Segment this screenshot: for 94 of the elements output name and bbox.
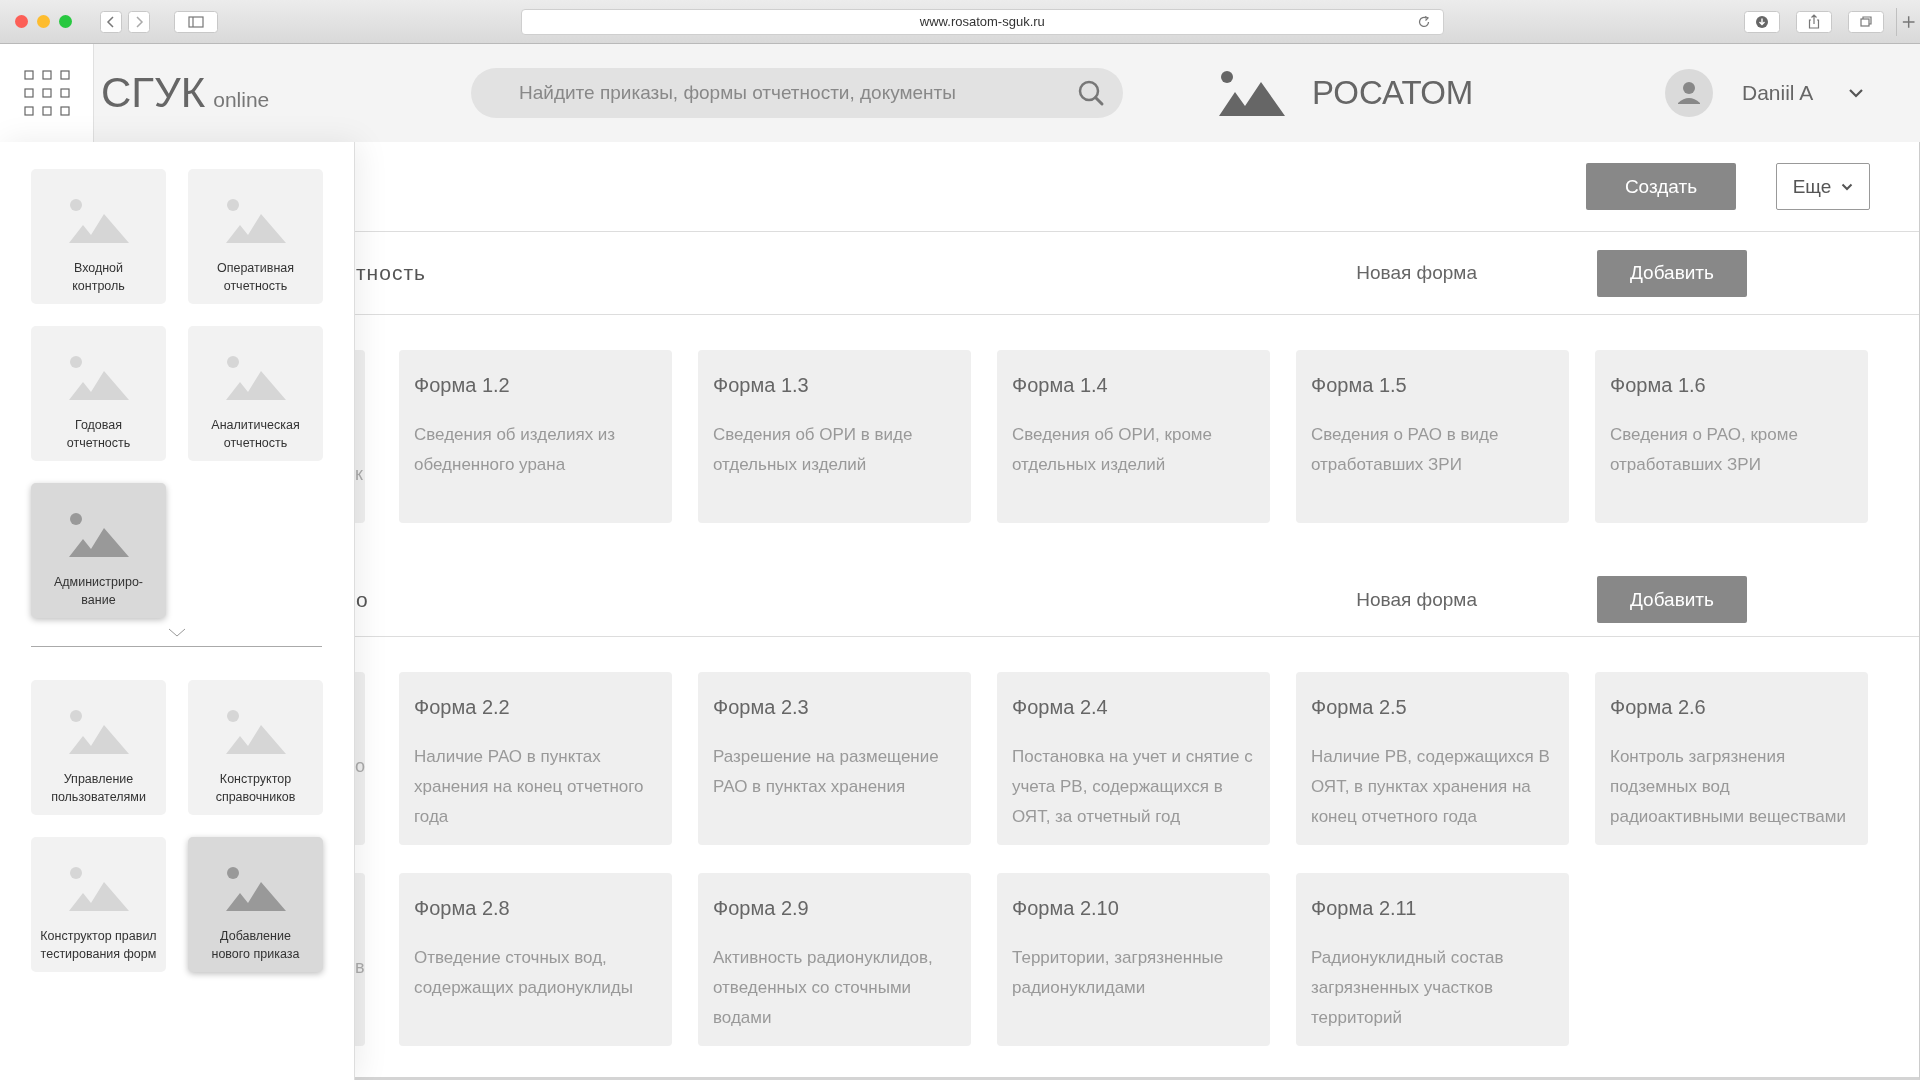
form-card[interactable]: Форма 2.3 Разрешение на размещение РАО в пунктах хранения [698,672,971,845]
app-tile[interactable]: Конструктор правил тестирования форм [31,837,166,972]
avatar-icon[interactable] [1665,69,1713,117]
form-description: Наличие РВ, содержащихся В ОЯТ, в пунктах хранения на конец отчетного года [1311,746,1551,828]
user-name[interactable]: Daniil A [1742,81,1814,105]
add-button[interactable]: Добавить [1597,576,1747,623]
form-title: Форма 2.2 [414,696,511,719]
form-description: Сведения об ОРИ в виде отдельных изделий [713,424,914,476]
description-fragment: к [355,464,363,484]
form-title: Форма 2.5 [1311,696,1408,719]
form-description: Наличие РАО в пунктах хранения на конец отчетного года [414,746,645,828]
description-fragment: о [355,756,365,776]
app-tile[interactable]: Годовая отчетность [31,326,166,461]
form-title: Форма 1.2 [414,374,511,397]
form-title: Форма 2.11 [1311,897,1418,920]
form-title: Форма 2.4 [1012,696,1109,719]
app-tile[interactable]: Администриро- вание [31,483,166,618]
form-description: Сведения об изделиях из обедненного урана [414,424,617,476]
app-tile[interactable]: Входной контроль [31,169,166,304]
back-icon[interactable] [100,10,122,33]
image-placeholder-icon [68,710,129,754]
form-title: Форма 2.8 [414,897,511,920]
share-icon[interactable] [1795,10,1832,33]
new-form-label: Новая форма [1356,262,1477,284]
image-placeholder-icon [225,710,286,754]
form-title: Форма 2.10 [1012,897,1120,920]
description-fragment: в [355,957,365,977]
forward-icon[interactable] [128,10,150,33]
reload-icon[interactable] [1416,14,1431,29]
app-tile[interactable]: Управление пользователями [31,680,166,815]
form-card[interactable]: Форма 2.6 Контроль загрязнения подземных вод радиоактивными веществами [1595,672,1868,845]
form-card[interactable]: Форма 2.11 Радионуклидный состав загрязненных участков территорий [1296,873,1569,1046]
form-card[interactable]: Форма 2.2 Наличие РАО в пунктах хранения на конец отчетного года [399,672,672,845]
image-placeholder-icon [225,356,286,400]
image-placeholder-icon [225,867,286,911]
search-icon[interactable] [1077,79,1105,107]
form-card[interactable]: Форма 1.4 Сведения об ОРИ, кроме отдельных изделий [997,350,1270,523]
form-card[interactable]: Форма 2.10 Территории, загрязненные радионуклидами [997,873,1270,1046]
url-text: www.rosatom-sguk.ru [919,14,1045,29]
app-tile[interactable]: Аналитическая отчетность [188,326,323,461]
more-dropdown[interactable]: Еще [1776,163,1870,210]
new-form-label: Новая форма [1356,588,1477,611]
form-card[interactable]: Форма 1.6 Сведения о РАО, кроме отработавших ЗРИ [1595,350,1868,523]
form-description: Разрешение на размещение РАО в пунктах хранения [713,746,940,798]
app-tile[interactable]: Конструктор справочников [188,680,323,815]
form-card[interactable]: Форма 2.8 Отведение сточных вод, содержащих радионуклиды [399,873,672,1046]
form-description: Радионуклидный состав загрязненных участков территорий [1311,947,1505,1029]
minimize-icon[interactable] [37,15,50,28]
form-card[interactable]: Форма 2.4 Постановка на учет и снятие с учета РВ, содержащихся в ОЯТ, за отчетный год [997,672,1270,845]
image-placeholder-icon [1219,70,1285,116]
app-tile[interactable]: Оперативная отчетность [188,169,323,304]
form-title: Форма 1.6 [1610,374,1707,397]
image-placeholder-icon [68,867,129,911]
form-title: Форма 1.5 [1311,374,1408,397]
add-button[interactable]: Добавить [1597,249,1747,297]
form-description: Сведения о РАО в виде отработавших ЗРИ [1311,424,1500,476]
address-bar[interactable]: www.rosatom-sguk.ru [521,8,1444,35]
form-card[interactable]: Форма 1.3 Сведения об ОРИ в виде отдельных изделий [698,350,971,523]
image-placeholder-icon [68,199,129,243]
search-field[interactable]: Найдите приказы, формы отчетности, документы [471,68,1123,118]
form-title: Форма 1.3 [713,374,810,397]
form-card[interactable]: Форма 2.9 Активность радионуклидов, отведенных со сточными водами [698,873,971,1046]
app-tile[interactable]: Добавление нового приказа [188,837,323,972]
download-icon[interactable] [1743,10,1780,33]
maximize-icon[interactable] [59,15,72,28]
chevron-down-icon[interactable] [1848,88,1865,98]
form-description: Отведение сточных вод, содержащих радионуклиды [414,947,634,999]
brand-name: СГУК [101,69,206,117]
form-description: Активность радионуклидов, отведенных со сточными водами [713,947,934,1029]
section-title: о [356,587,370,612]
image-placeholder-icon [68,513,129,557]
close-icon[interactable] [15,15,28,28]
image-placeholder-icon [225,199,286,243]
form-title: Форма 2.3 [713,696,810,719]
tabs-icon[interactable] [1847,10,1884,33]
form-description: Сведения об ОРИ, кроме отдельных изделий [1012,424,1213,476]
apps-grid-icon[interactable] [23,70,70,116]
form-card[interactable]: Форма 1.5 Сведения о РАО в виде отработавших ЗРИ [1296,350,1569,523]
form-card[interactable]: Форма 2.5 Наличие РВ, содержащихся В ОЯТ, в пунктах хранения на конец отчетного года [1296,672,1569,845]
section-title: тность [356,261,427,285]
create-button[interactable]: Создать [1586,163,1736,210]
form-description: Постановка на учет и снятие с учета РВ, содержащихся в ОЯТ, за отчетный год [1012,746,1254,828]
company-name: РОСАТОМ [1312,74,1474,112]
form-title: Форма 1.4 [1012,374,1109,397]
image-placeholder-icon [68,356,129,400]
sidebar-icon[interactable] [174,10,218,33]
form-title: Форма 2.9 [713,897,810,920]
form-description: Контроль загрязнения подземных вод радиоактивными веществами [1610,746,1847,828]
form-description: Сведения о РАО, кроме отработавших ЗРИ [1610,424,1799,476]
form-description: Территории, загрязненные радионуклидами [1012,947,1225,999]
chevron-down-icon [1841,182,1854,191]
form-card[interactable]: Форма 1.2 Сведения об изделиях из обедненного урана [399,350,672,523]
form-title: Форма 2.6 [1610,696,1707,719]
brand-suffix: online [213,88,270,112]
